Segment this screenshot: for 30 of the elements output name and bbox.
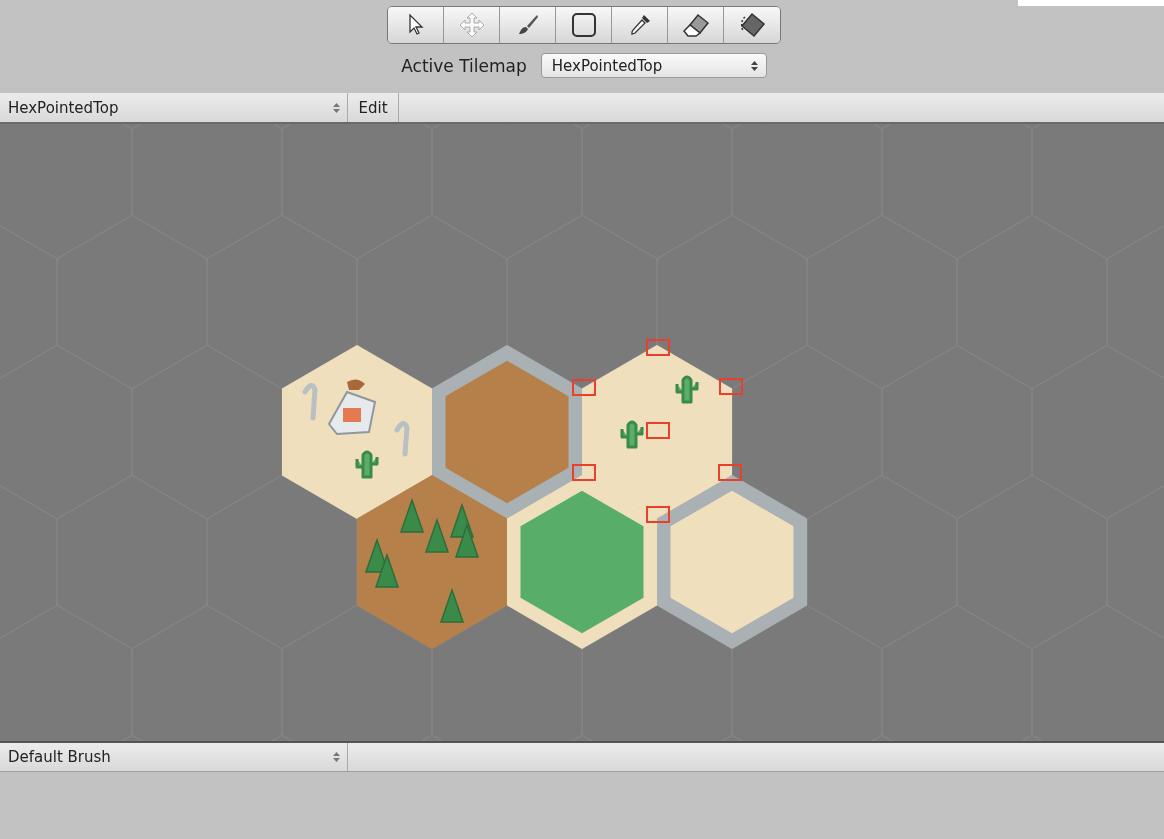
up-down-arrows-icon <box>750 60 758 71</box>
anchor-marker <box>646 506 670 523</box>
active-tilemap-label: Active Tilemap <box>401 55 527 76</box>
paint-tool-button[interactable] <box>500 7 556 43</box>
active-tilemap-dropdown[interactable]: HexPointedTop <box>540 53 767 78</box>
select-tool-button[interactable] <box>388 7 444 43</box>
sand-tile-drawing[interactable] <box>657 475 807 649</box>
palette-dropdown[interactable]: HexPointedTop <box>0 93 348 122</box>
anchor-marker <box>572 464 596 481</box>
desert-cactus-tile-drawing[interactable] <box>582 345 732 519</box>
anchor-marker <box>646 339 670 356</box>
anchor-marker <box>572 379 596 396</box>
box-tool-button[interactable] <box>556 7 612 43</box>
up-down-arrows-icon <box>333 102 340 113</box>
anchor-marker <box>646 422 670 439</box>
anchor-marker <box>718 464 742 481</box>
edit-button[interactable]: Edit <box>348 93 399 122</box>
rectangle-icon <box>570 12 597 38</box>
eraser-icon <box>681 13 710 37</box>
grass-tile-drawing[interactable] <box>507 475 657 649</box>
up-down-arrows-icon <box>333 752 340 762</box>
erase-tool-button[interactable] <box>668 7 724 43</box>
tile-palette-canvas[interactable] <box>0 124 1164 741</box>
move-arrows-icon <box>458 12 485 38</box>
paint-bucket-icon <box>738 12 766 38</box>
desert-town-tile-drawing[interactable] <box>282 345 432 519</box>
pick-tool-button[interactable] <box>612 7 668 43</box>
forest-tile-drawing[interactable] <box>357 475 507 649</box>
fill-tool-button[interactable] <box>724 7 780 43</box>
anchor-marker <box>719 378 743 395</box>
